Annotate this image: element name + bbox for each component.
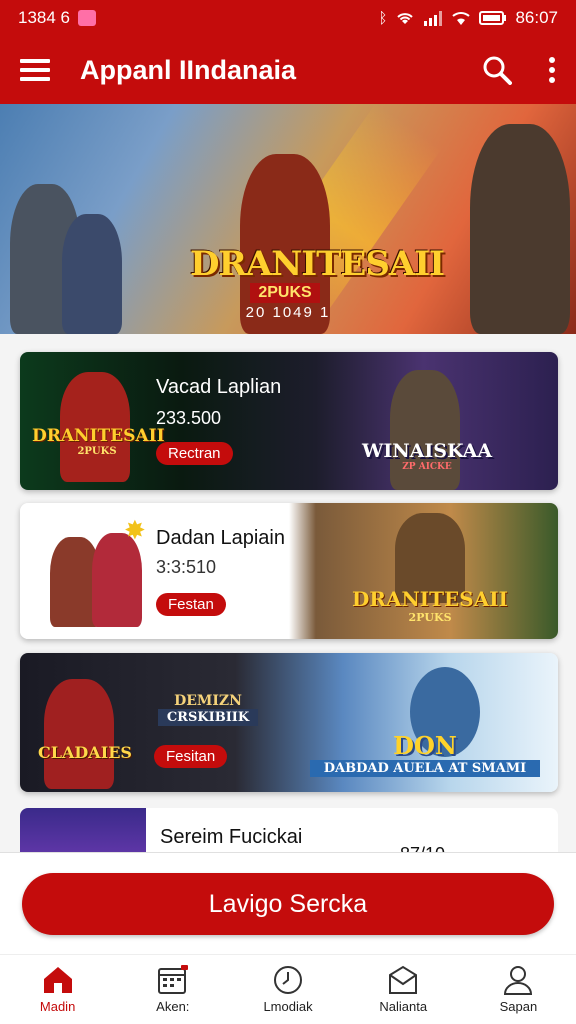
status-clock: 86:07	[515, 8, 558, 27]
card-game-logo: DRANITESAII 2PUKS	[32, 426, 165, 457]
nav-item-profile[interactable]: Sapan	[461, 955, 576, 1024]
hero-logo-subtitle: 2PUKS	[250, 283, 320, 303]
more-vert-icon[interactable]	[548, 56, 556, 84]
hero-logo-title: DRANITESAII	[190, 244, 445, 284]
nav-label: Lmodiak	[263, 999, 313, 1014]
hero-banner[interactable]: DRANITESAII 2PUKS	[0, 104, 576, 334]
card-character-2	[92, 533, 142, 627]
card-title: Sereim Fucickai	[160, 826, 303, 848]
nav-label: Sapan	[499, 999, 538, 1014]
card-action-button[interactable]: Rectran	[156, 442, 233, 465]
envelope-icon	[389, 965, 418, 994]
gallery-notification-icon	[78, 10, 96, 26]
hero-character-right	[470, 124, 570, 334]
card-value: 3:3:510	[156, 557, 217, 577]
card-value: 233.500	[156, 408, 222, 428]
hero-caption: 20 1049 1	[245, 304, 331, 321]
nav-item-calendar[interactable]: Aken:	[115, 955, 230, 1024]
game-card[interactable]: CLADAIES DEMIZN CRSKIBIIK Fesitan DON DA…	[20, 653, 558, 792]
card-right-logo: DRANITESAII 2PUKS	[352, 587, 508, 624]
cta-container: Lavigo Sercka	[0, 852, 576, 954]
page-title: Appanl IIndanaia	[80, 54, 297, 85]
hero-game-logo: DRANITESAII 2PUKS	[190, 244, 445, 303]
calendar-icon	[157, 965, 188, 994]
search-icon[interactable]	[482, 55, 512, 85]
game-card[interactable]: DRANITESAII 2PUKS Vacad Laplian 233.500 …	[20, 352, 558, 490]
card-action-button[interactable]: Festan	[156, 593, 226, 616]
card-left-logo: CLADAIES	[38, 743, 132, 762]
nav-label: Aken:	[156, 999, 190, 1014]
wifi-icon	[397, 13, 414, 24]
card-right-logo: WINAISKAA ZP AICKE	[362, 440, 493, 472]
card-character	[44, 679, 114, 789]
bluetooth-icon: ᛒ	[378, 9, 388, 27]
sparkle-icon: ✸	[124, 515, 146, 545]
wifi-icon-2	[452, 12, 471, 25]
primary-cta-button[interactable]: Lavigo Sercka	[22, 873, 554, 935]
nav-label: Madin	[39, 999, 76, 1014]
card-title: Dadan Lapiain	[156, 527, 285, 549]
user-icon	[504, 966, 533, 995]
app-bar: Appanl IIndanaia	[0, 36, 576, 104]
card-title: Vacad Laplian	[156, 376, 282, 398]
clock-icon	[274, 966, 302, 994]
card-action-button[interactable]: Fesitan	[154, 745, 228, 768]
status-time-left: 1384 6	[18, 8, 70, 27]
card-character-right	[390, 370, 460, 490]
nav-label: Nalianta	[379, 999, 428, 1014]
card-right-logo: DON DABDAD AUELA AT SMAMI	[310, 731, 540, 777]
card-center-logo: DEMIZN CRSKIBIIK	[158, 693, 258, 726]
battery-icon	[479, 11, 507, 25]
nav-item-home[interactable]: Madin	[0, 955, 115, 1024]
status-bar: 1384 6 ᛒ 86:07	[0, 0, 576, 36]
signal-icon	[424, 11, 443, 26]
nav-item-clock[interactable]: Lmodiak	[230, 955, 345, 1024]
bottom-navigation: Madin Aken: Lmodiak Nalianta Sapan	[0, 954, 576, 1024]
menu-icon[interactable]	[20, 57, 50, 83]
nav-item-messages[interactable]: Nalianta	[346, 955, 461, 1024]
home-icon	[43, 967, 72, 993]
game-card[interactable]: ✸ Dadan Lapiain 3:3:510 Festan DRANITESA…	[20, 503, 558, 639]
